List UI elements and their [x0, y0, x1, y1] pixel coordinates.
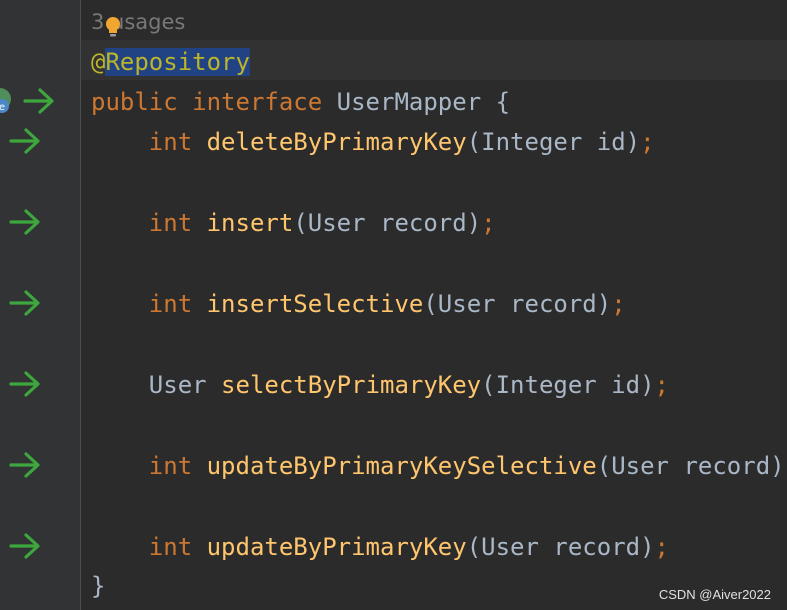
method-params: (Integer id): [481, 371, 655, 399]
method-name[interactable]: updateByPrimaryKey: [207, 533, 467, 561]
method-line: int insertSelective(User record);: [91, 284, 626, 324]
method-line: int updateByPrimaryKeySelective(User rec…: [91, 446, 787, 486]
spring-bean-icon[interactable]: e: [0, 87, 16, 115]
method-params: (User record): [293, 209, 482, 237]
interface-declaration: public interface UserMapper {: [91, 82, 510, 122]
svg-text:e: e: [0, 102, 5, 113]
method-name[interactable]: updateByPrimaryKeySelective: [207, 452, 597, 480]
method-line: int updateByPrimaryKey(User record);: [91, 527, 669, 567]
navigate-arrow-icon[interactable]: [22, 86, 56, 116]
method-return-type: int: [148, 533, 193, 561]
annotation-repository[interactable]: Repository: [105, 48, 250, 76]
lightbulb-icon[interactable]: [104, 15, 122, 39]
navigate-arrow-icon[interactable]: [8, 126, 42, 156]
method-return-type: User: [148, 371, 207, 399]
navigate-arrow-icon[interactable]: [8, 369, 42, 399]
method-line: int deleteByPrimaryKey(Integer id);: [91, 122, 655, 162]
method-line: User selectByPrimaryKey(Integer id);: [91, 365, 669, 405]
navigate-arrow-icon[interactable]: [8, 531, 42, 561]
navigate-arrow-icon[interactable]: [8, 207, 42, 237]
method-params: (User record): [423, 290, 612, 318]
method-return-type: int: [148, 452, 193, 480]
navigate-arrow-icon[interactable]: [8, 450, 42, 480]
method-params: (User record): [596, 452, 785, 480]
open-brace: {: [495, 88, 511, 116]
semicolon: ;: [611, 290, 626, 318]
gutter-separator: [80, 0, 81, 610]
method-return-type: int: [148, 290, 193, 318]
modifier-public: public: [91, 88, 178, 116]
method-name[interactable]: insert: [207, 209, 294, 237]
navigate-arrow-icon[interactable]: [8, 288, 42, 318]
annotation-at: @: [91, 48, 106, 76]
annotation-line: @Repository: [91, 42, 250, 82]
method-return-type: int: [148, 128, 193, 156]
interface-name[interactable]: UserMapper: [337, 88, 482, 116]
method-line: int insert(User record);: [91, 203, 496, 243]
keyword-interface: interface: [192, 88, 323, 116]
watermark: CSDN @Aiver2022: [658, 587, 771, 602]
semicolon: ;: [654, 533, 669, 561]
close-brace: }: [91, 572, 106, 600]
semicolon: ;: [654, 371, 669, 399]
method-params: (Integer id): [466, 128, 641, 156]
method-params: (User record): [466, 533, 655, 561]
semicolon: ;: [481, 209, 496, 237]
semicolon: ;: [640, 128, 655, 156]
method-name[interactable]: insertSelective: [207, 290, 424, 318]
method-name[interactable]: deleteByPrimaryKey: [207, 128, 467, 156]
method-return-type: int: [148, 209, 193, 237]
method-name[interactable]: selectByPrimaryKey: [221, 371, 481, 399]
